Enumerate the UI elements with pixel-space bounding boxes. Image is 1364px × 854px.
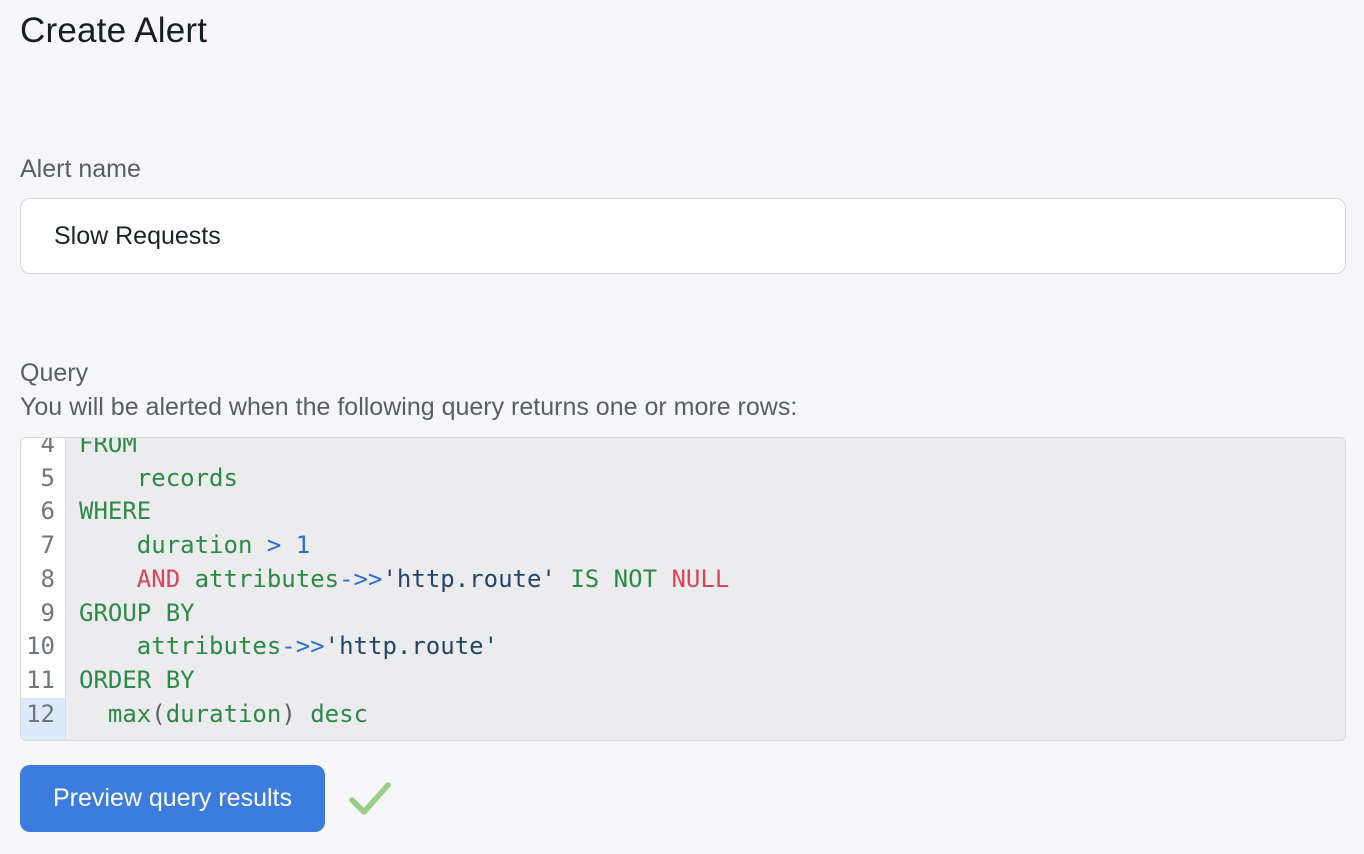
line-number: 11 [21, 664, 65, 698]
code-text: attributes->>'http.route' [65, 630, 1345, 664]
line-number: 9 [21, 597, 65, 631]
code-lines: 4FROM5 records6WHERE7 duration > 18 AND … [21, 437, 1345, 740]
actions-row: Preview query results [20, 765, 1346, 832]
line-number: 10 [21, 630, 65, 664]
code-text: ORDER BY [65, 664, 1345, 698]
line-number: 8 [21, 563, 65, 597]
code-text: AND attributes->>'http.route' IS NOT NUL… [65, 563, 1345, 597]
code-text: max(duration) desc [65, 698, 1345, 740]
sql-query-editor[interactable]: 4FROM5 records6WHERE7 duration > 18 AND … [20, 437, 1346, 741]
code-line-11: 11ORDER BY [21, 664, 1345, 698]
code-line-9: 9GROUP BY [21, 597, 1345, 631]
line-number: 6 [21, 495, 65, 529]
line-number: 5 [21, 462, 65, 496]
create-alert-page: Create Alert Alert name Query You will b… [0, 8, 1364, 832]
alert-name-input[interactable] [20, 198, 1346, 274]
preview-query-results-button[interactable]: Preview query results [20, 765, 325, 832]
code-line-10: 10 attributes->>'http.route' [21, 630, 1345, 664]
query-description: You will be alerted when the following q… [20, 390, 1346, 424]
code-line-4: 4FROM [21, 437, 1345, 462]
query-label: Query [20, 356, 1346, 390]
line-number: 12 [21, 698, 65, 740]
line-number: 7 [21, 529, 65, 563]
line-number: 4 [21, 437, 65, 462]
code-line-7: 7 duration > 1 [21, 529, 1345, 563]
code-line-5: 5 records [21, 462, 1345, 496]
code-text: duration > 1 [65, 529, 1345, 563]
code-line-6: 6WHERE [21, 495, 1345, 529]
code-text: records [65, 462, 1345, 496]
alert-name-label: Alert name [20, 152, 1346, 186]
code-text: GROUP BY [65, 597, 1345, 631]
code-line-12: 12 max(duration) desc [21, 698, 1345, 740]
code-line-8: 8 AND attributes->>'http.route' IS NOT N… [21, 563, 1345, 597]
check-icon [347, 778, 393, 820]
code-text: WHERE [65, 495, 1345, 529]
code-text: FROM [65, 437, 1345, 462]
page-title: Create Alert [20, 8, 1346, 54]
